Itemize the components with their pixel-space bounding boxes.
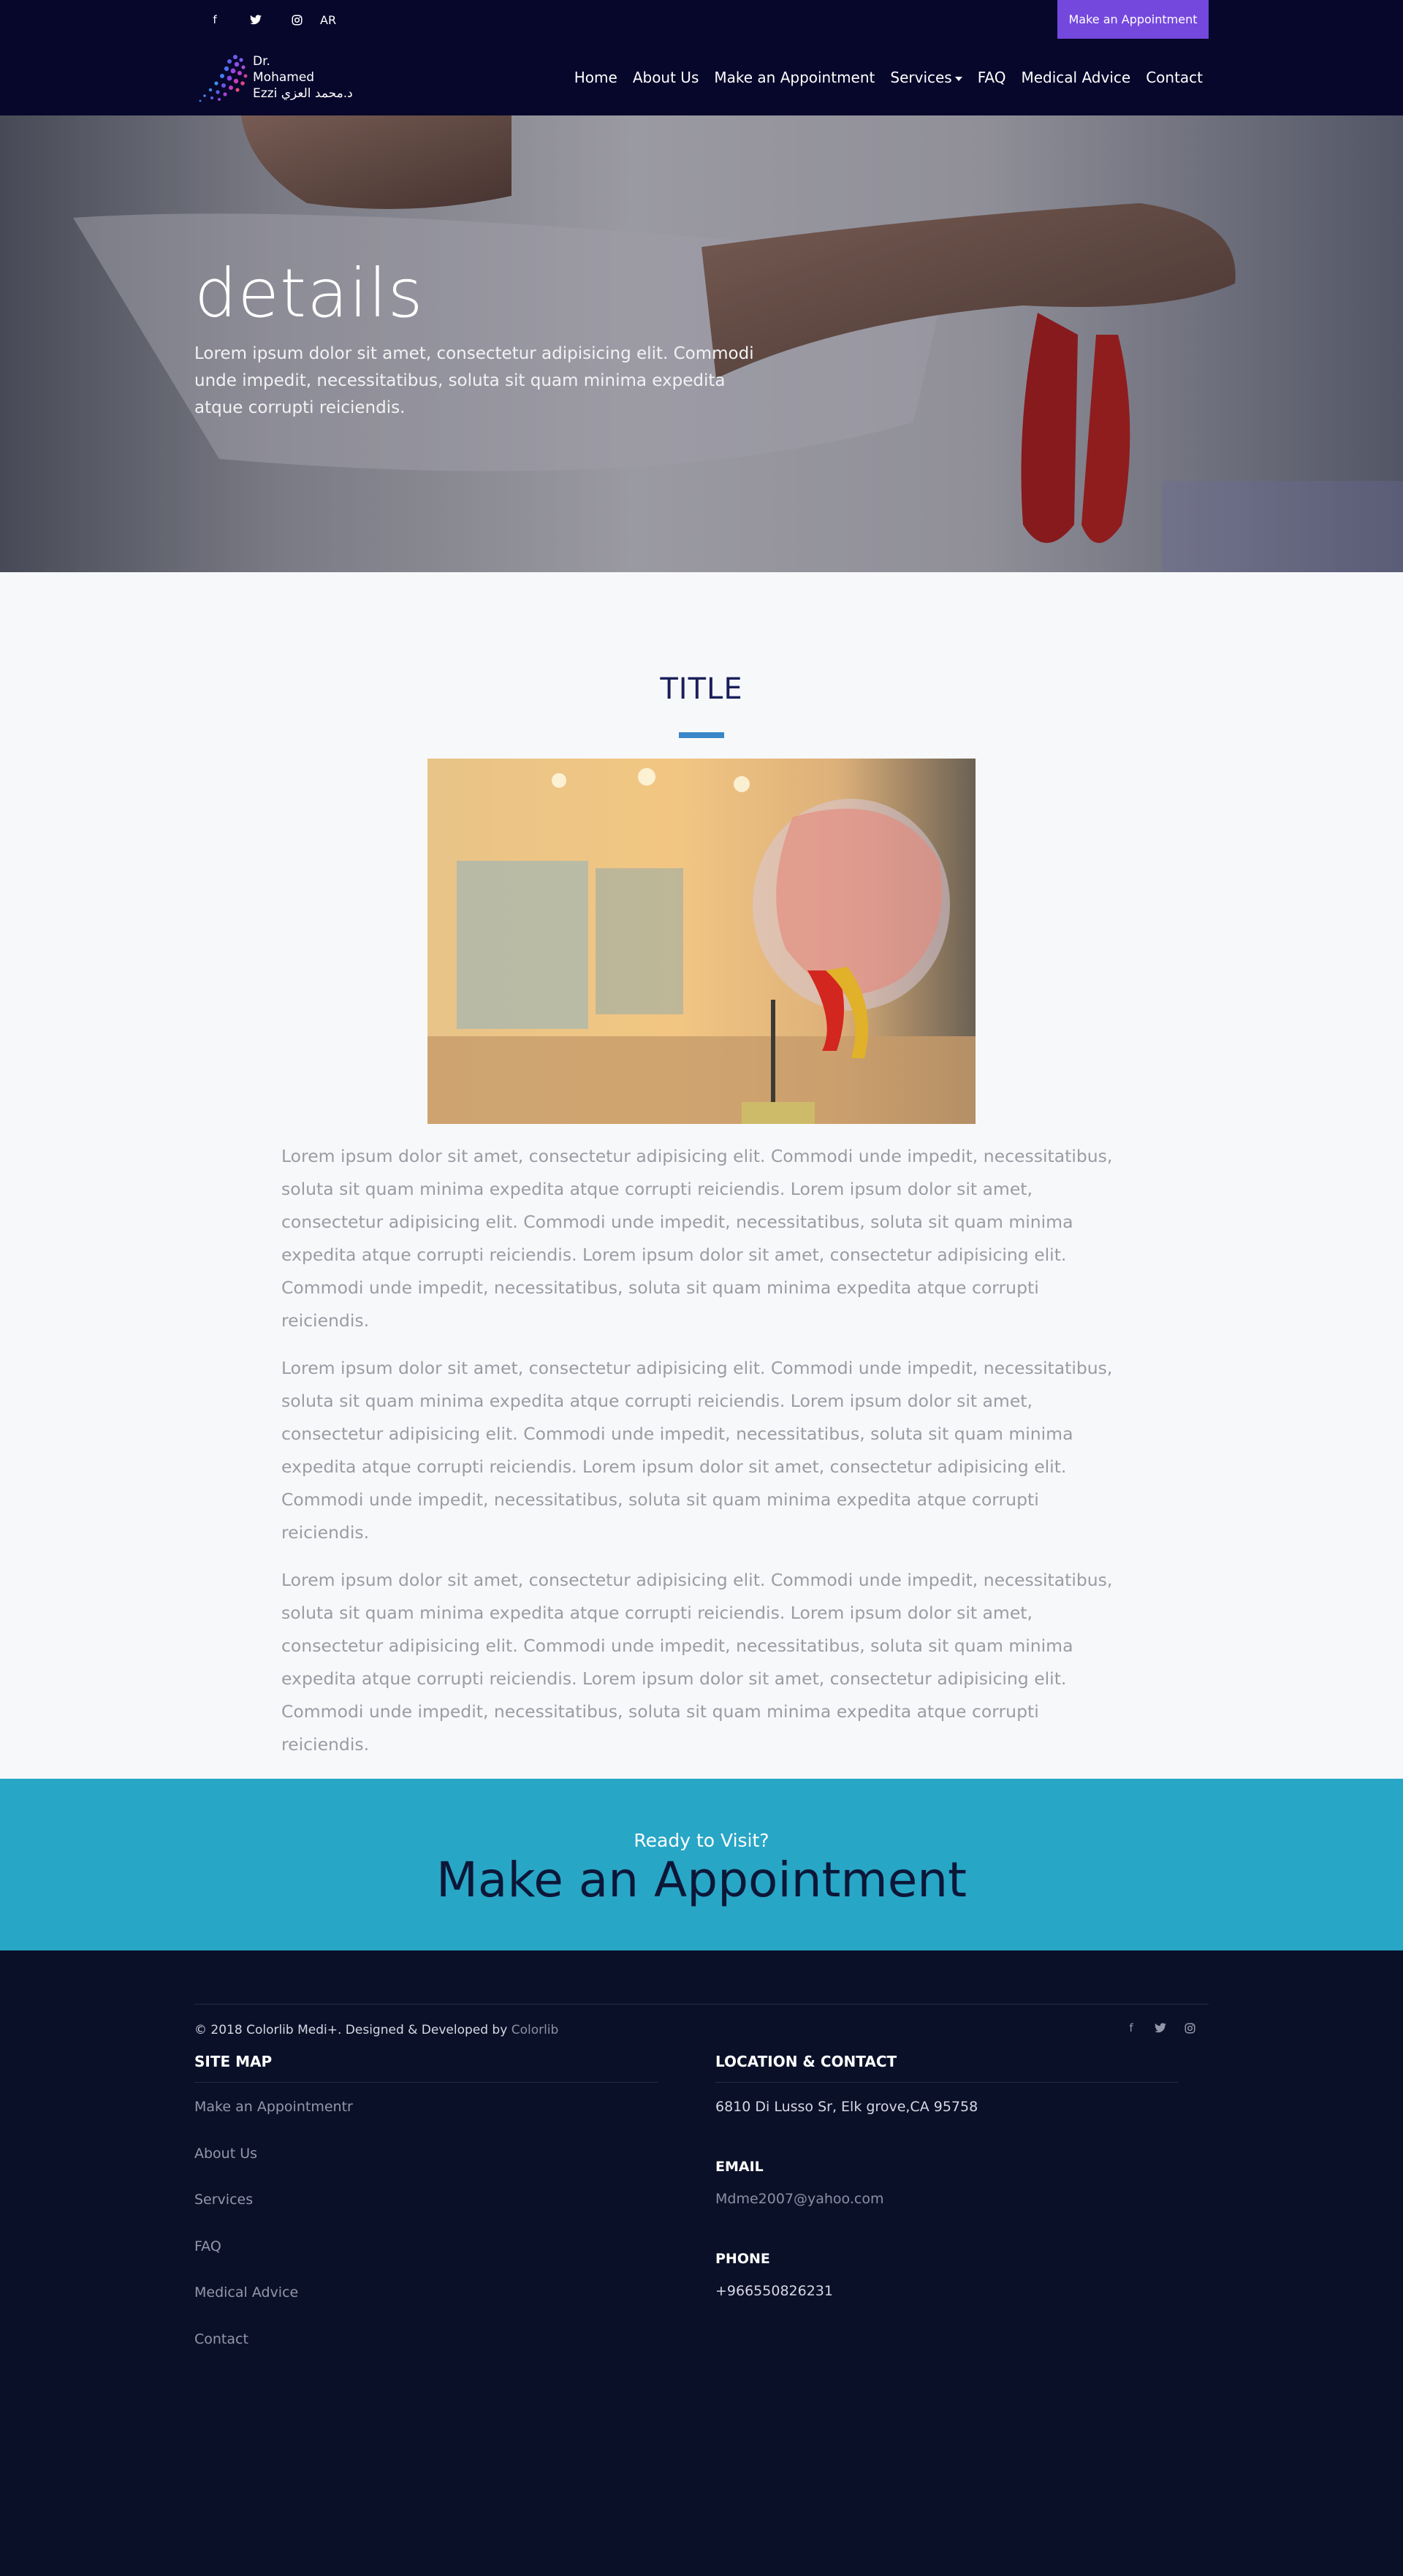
content-body: Lorem ipsum dolor sit amet, consectetur …	[281, 1140, 1122, 1776]
nav-links: Home About Us Make an Appointment Servic…	[574, 39, 1203, 115]
footer-location-contact: LOCATION & CONTACT 6810 Di Lusso Sr, Elk…	[715, 2053, 1179, 2299]
main-navbar: Dr. Mohamed Ezzi د.محمد العزي Home About…	[0, 39, 1403, 115]
address-text: 6810 Di Lusso Sr, Elk grove,CA 95758	[715, 2099, 978, 2115]
page-title: details	[194, 254, 424, 333]
email-heading: EMAIL	[715, 2159, 764, 2175]
phone-heading: PHONE	[715, 2251, 770, 2267]
instagram-icon[interactable]	[276, 0, 317, 39]
chevron-down-icon	[954, 76, 962, 81]
language-switch-link[interactable]: AR	[320, 13, 336, 27]
footer-link-faq[interactable]: FAQ	[194, 2238, 658, 2285]
logo-dots-icon	[194, 50, 256, 105]
nav-item-services-label: Services	[890, 69, 952, 86]
logo-line-2: Mohamed	[253, 70, 315, 85]
logo-line-3: Ezzi د.محمد العزي	[253, 86, 353, 101]
logo-line-1: Dr.	[253, 54, 270, 69]
location-heading: LOCATION & CONTACT	[715, 2053, 1179, 2083]
logo-text: Dr. Mohamed Ezzi د.محمد العزي	[253, 53, 353, 102]
instagram-icon[interactable]	[1180, 2018, 1199, 2037]
nav-item-faq[interactable]: FAQ	[978, 69, 1006, 86]
hero-subtitle: Lorem ipsum dolor sit amet, consectetur …	[194, 344, 754, 417]
footer-sitemap: SITE MAP Make an Appointmentr About Us S…	[194, 2053, 658, 2377]
footer-link-about-us[interactable]: About Us	[194, 2146, 658, 2192]
footer: SITE MAP Make an Appointmentr About Us S…	[0, 1950, 1403, 2576]
site-logo[interactable]: Dr. Mohamed Ezzi د.محمد العزي	[194, 50, 384, 105]
facebook-icon[interactable]: f	[194, 0, 235, 39]
top-bar: f AR Make an Appointment	[0, 0, 1403, 39]
top-social-links: f AR	[194, 0, 336, 39]
content-paragraph: Lorem ipsum dolor sit amet, consectetur …	[281, 1570, 1113, 1755]
content-title: TITLE	[660, 672, 743, 706]
nav-item-home[interactable]: Home	[574, 69, 617, 86]
sitemap-heading: SITE MAP	[194, 2053, 658, 2083]
title-underline	[679, 732, 724, 738]
nav-item-make-appointment[interactable]: Make an Appointment	[714, 69, 875, 86]
copyright-label: © 2018 Colorlib Medi+. Designed & Develo…	[194, 2023, 512, 2037]
appointment-cta-section[interactable]: Ready to Visit? Make an Appointment	[0, 1779, 1403, 1950]
twitter-icon[interactable]	[235, 0, 276, 39]
content-paragraph: Lorem ipsum dolor sit amet, consectetur …	[281, 1146, 1113, 1331]
colorlib-link[interactable]: Colorlib	[512, 2023, 559, 2037]
footer-link-medical-advice[interactable]: Medical Advice	[194, 2284, 658, 2331]
nav-item-contact[interactable]: Contact	[1146, 69, 1203, 86]
footer-link-services[interactable]: Services	[194, 2192, 658, 2238]
twitter-icon[interactable]	[1151, 2018, 1170, 2037]
top-appointment-button[interactable]: Make an Appointment	[1057, 0, 1209, 39]
footer-link-contact[interactable]: Contact	[194, 2331, 658, 2378]
footer-divider	[194, 2004, 1209, 2005]
facebook-icon[interactable]: f	[1122, 2018, 1141, 2037]
phone-text: +966550826231	[715, 2283, 833, 2299]
email-link[interactable]: Mdme2007@yahoo.com	[715, 2191, 1179, 2207]
nav-item-medical-advice[interactable]: Medical Advice	[1021, 69, 1130, 86]
content-paragraph: Lorem ipsum dolor sit amet, consectetur …	[281, 1358, 1113, 1543]
nav-item-about-us[interactable]: About Us	[633, 69, 699, 86]
cta-title-link[interactable]: Make an Appointment	[0, 1852, 1403, 1908]
footer-social-links: f	[1122, 2018, 1199, 2037]
copyright-text: © 2018 Colorlib Medi+. Designed & Develo…	[194, 2023, 558, 2037]
footer-link-make-appointment[interactable]: Make an Appointmentr	[194, 2099, 658, 2146]
cta-subtitle: Ready to Visit?	[634, 1830, 769, 1851]
content-image-skull-model	[427, 759, 976, 1124]
nav-item-services[interactable]: Services	[890, 69, 962, 86]
hero-section: details Lorem ipsum dolor sit amet, cons…	[0, 115, 1403, 572]
